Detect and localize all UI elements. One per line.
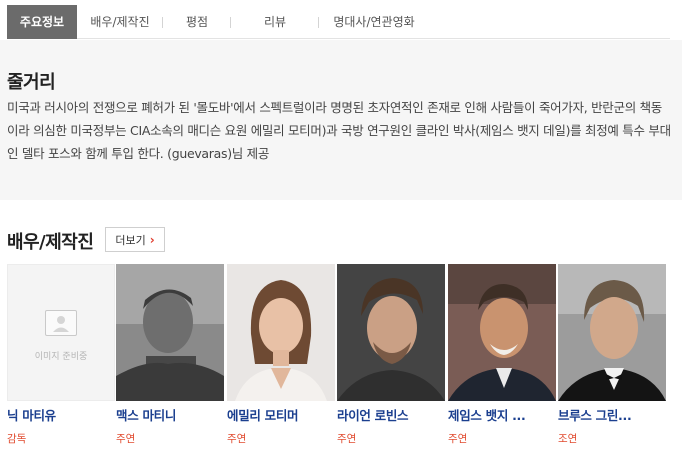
cast-role: 주연 — [116, 433, 136, 445]
cast-photo[interactable] — [116, 264, 224, 401]
cast-card[interactable]: 에밀리 모티머 주연 — [227, 264, 335, 446]
cast-name[interactable]: 브루스 그린... — [558, 405, 666, 424]
cast-section-title: 배우/제작진 — [7, 232, 94, 253]
cast-card[interactable]: 이미지 준비중 닉 마티유 감독 — [7, 264, 115, 446]
cast-card[interactable]: 제임스 뱃지 ... 주연 — [448, 264, 556, 446]
tab-rating[interactable]: 평점 — [163, 5, 231, 39]
cast-photo[interactable] — [227, 264, 335, 401]
cast-name[interactable]: 에밀리 모티머 — [227, 405, 335, 424]
synopsis-title: 줄거리 — [7, 72, 56, 93]
cast-role: 조연 — [558, 433, 578, 445]
cast-card[interactable]: 브루스 그린... 조연 — [558, 264, 666, 446]
tab-cast-crew[interactable]: 배우/제작진 — [77, 5, 163, 39]
synopsis-text: 미국과 러시아의 전쟁으로 폐허가 된 '몰도바'에서 스펙트럴이라 명명된 초… — [7, 100, 671, 161]
cast-photo[interactable] — [558, 264, 666, 401]
tab-review[interactable]: 리뷰 — [231, 5, 319, 39]
more-button[interactable]: 더보기 › — [105, 227, 165, 252]
placeholder-text: 이미지 준비중 — [34, 352, 88, 362]
image-placeholder: 이미지 준비중 — [7, 264, 115, 401]
cast-card[interactable]: 라이언 로빈스 주연 — [337, 264, 445, 446]
cast-role: 주연 — [448, 433, 468, 445]
cast-name[interactable]: 맥스 마티니 — [116, 405, 224, 424]
cast-name[interactable]: 라이언 로빈스 — [337, 405, 445, 424]
cast-card[interactable]: 맥스 마티니 주연 — [116, 264, 224, 446]
cast-name[interactable]: 제임스 뱃지 ... — [448, 405, 556, 424]
tab-main-info[interactable]: 주요정보 — [7, 4, 77, 39]
cast-name[interactable]: 닉 마티유 — [7, 405, 115, 424]
tab-bar: 주요정보 배우/제작진 평점 리뷰 명대사/연관영화 — [7, 4, 670, 39]
cast-role: 주연 — [337, 433, 357, 445]
more-button-label: 더보기 — [115, 233, 146, 247]
cast-role: 주연 — [227, 433, 247, 445]
cast-photo[interactable] — [337, 264, 445, 401]
person-placeholder-icon — [45, 310, 77, 336]
cast-role: 감독 — [7, 433, 27, 445]
cast-list: 이미지 준비중 닉 마티유 감독 맥스 마티니 주연 에밀리 모티머 주연 라이… — [7, 264, 677, 454]
tab-quotes-related[interactable]: 명대사/연관영화 — [319, 5, 429, 39]
chevron-right-icon: › — [149, 232, 155, 247]
cast-photo[interactable] — [448, 264, 556, 401]
